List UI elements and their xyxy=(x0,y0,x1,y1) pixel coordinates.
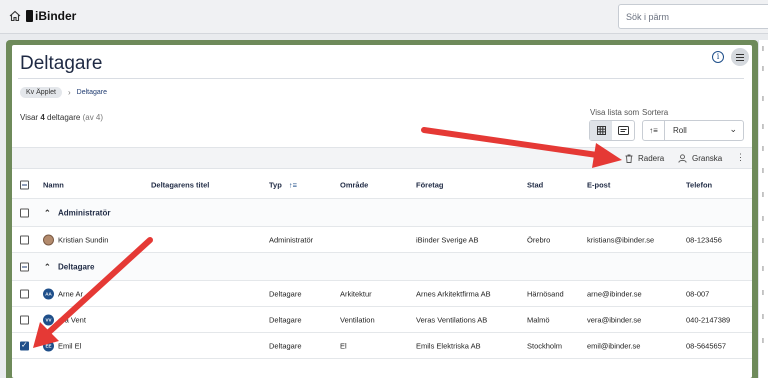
breadcrumb-project[interactable]: Kv Äpplet xyxy=(20,87,62,98)
table-row[interactable]: VV era Vent Deltagare Ventilation Veras … xyxy=(12,307,752,333)
cell-company: Emils Elektriska AB xyxy=(416,341,481,350)
header-title[interactable]: Deltagarens titel xyxy=(151,180,209,189)
result-count: Visar 4 deltagare (av 4) xyxy=(20,113,104,122)
cell-city: Härnösand xyxy=(527,289,564,298)
cell-city: Malmö xyxy=(527,315,550,324)
cell-name[interactable]: Kristian Sundin xyxy=(58,235,108,244)
header-email[interactable]: E-post xyxy=(587,180,610,189)
cell-email: vera@ibinder.se xyxy=(587,315,642,324)
cell-company: iBinder Sverige AB xyxy=(416,235,479,244)
table-header: Namn Deltagarens titel Typ ↑≡ Område För… xyxy=(12,171,752,199)
cell-company: Veras Ventilations AB xyxy=(416,315,488,324)
chevron-right-icon: › xyxy=(67,88,71,97)
top-bar: iBinder Sök i pärm xyxy=(0,0,768,34)
select-all-checkbox[interactable] xyxy=(20,180,29,189)
action-toolbar: Radera Granska ⋮ xyxy=(12,147,752,169)
group-row-participants: ⌃ Deltagare xyxy=(12,253,752,281)
group-row-admin: ⌃ Administratör xyxy=(12,199,752,227)
header-name[interactable]: Namn xyxy=(43,180,64,189)
cell-name[interactable]: Arne Ar xyxy=(58,289,83,298)
right-side-strip: IIIIIIIIIIIII xyxy=(758,40,768,378)
cell-phone: 08-007 xyxy=(686,289,710,298)
table-row[interactable]: AA Arne Ar Deltagare Arkitektur Arnes Ar… xyxy=(12,281,752,307)
row-checkbox[interactable] xyxy=(20,289,29,298)
card-view-button[interactable] xyxy=(612,121,634,140)
cell-phone: 08-123456 xyxy=(686,235,722,244)
cell-type: Deltagare xyxy=(269,341,302,350)
logo-text: iBinder xyxy=(35,9,77,23)
review-button[interactable]: Granska xyxy=(678,154,722,163)
cell-type: Deltagare xyxy=(269,289,302,298)
header-company[interactable]: Företag xyxy=(416,180,444,189)
row-checkbox[interactable] xyxy=(20,340,29,350)
view-toggle xyxy=(589,120,635,141)
cell-city: Örebro xyxy=(527,235,551,244)
page-title: Deltagare xyxy=(20,53,103,74)
card-icon xyxy=(617,126,629,135)
table-view-button[interactable] xyxy=(590,121,612,140)
cell-phone: 08-5645657 xyxy=(686,341,727,350)
sort-direction-icon[interactable]: ↑≡ xyxy=(643,121,665,140)
table-row[interactable]: EE Emil El Deltagare El Emils Elektriska… xyxy=(12,333,752,359)
header-phone[interactable]: Telefon xyxy=(686,180,712,189)
review-label: Granska xyxy=(692,154,723,163)
row-checkbox[interactable] xyxy=(20,315,29,324)
info-icon[interactable]: i xyxy=(712,51,724,63)
cell-email: kristians@ibinder.se xyxy=(587,235,655,244)
cell-area: Ventilation xyxy=(340,315,375,324)
sort-label: Sortera xyxy=(642,108,669,117)
header-city[interactable]: Stad xyxy=(527,180,543,189)
cell-type: Deltagare xyxy=(269,315,302,324)
chevron-down-icon: ⌄ xyxy=(729,124,737,134)
home-icon[interactable] xyxy=(9,10,21,22)
title-divider xyxy=(18,78,744,79)
group-checkbox[interactable] xyxy=(20,208,29,217)
table-row[interactable]: Kristian Sundin Administratör iBinder Sv… xyxy=(12,227,752,253)
cell-city: Stockholm xyxy=(527,341,563,350)
menu-icon[interactable] xyxy=(731,48,749,66)
chevron-up-icon[interactable]: ⌃ xyxy=(44,262,51,271)
cell-email: arne@ibinder.se xyxy=(587,289,642,298)
cell-area: El xyxy=(340,341,347,350)
logo-mark-icon xyxy=(26,10,33,22)
avatar: AA xyxy=(43,288,54,299)
cell-company: Arnes Arkitektfirma AB xyxy=(416,289,491,298)
cell-type: Administratör xyxy=(269,235,314,244)
more-options-icon[interactable]: ⋮ xyxy=(736,152,745,163)
delete-button[interactable]: Radera xyxy=(625,154,664,163)
breadcrumb: Kv Äpplet › Deltagare xyxy=(20,87,107,98)
avatar: EE xyxy=(43,340,54,351)
sort-value: Roll xyxy=(673,126,687,135)
delete-label: Radera xyxy=(638,154,665,163)
cell-name[interactable]: era Vent xyxy=(58,315,86,324)
group-label: Deltagare xyxy=(58,262,95,271)
cell-email: emil@ibinder.se xyxy=(587,341,641,350)
group-checkbox[interactable] xyxy=(20,262,29,271)
cell-area: Arkitektur xyxy=(340,289,372,298)
cell-phone: 040-2147389 xyxy=(686,315,731,324)
grid-icon xyxy=(596,126,606,135)
chevron-up-icon[interactable]: ⌃ xyxy=(44,208,51,217)
search-input[interactable]: Sök i pärm xyxy=(618,4,768,29)
view-as-label: Visa lista som xyxy=(590,108,640,117)
avatar: VV xyxy=(43,314,54,325)
sort-select[interactable]: ↑≡ Roll ⌄ xyxy=(642,120,744,141)
header-area[interactable]: Område xyxy=(340,180,368,189)
header-type[interactable]: Typ ↑≡ xyxy=(269,180,297,189)
participants-panel: Deltagare i Kv Äpplet › Deltagare Visar … xyxy=(12,45,752,378)
cell-name[interactable]: Emil El xyxy=(58,341,81,350)
sort-asc-icon: ↑≡ xyxy=(288,180,298,189)
breadcrumb-current[interactable]: Deltagare xyxy=(77,89,107,96)
app-logo[interactable]: iBinder xyxy=(26,9,76,23)
row-checkbox[interactable] xyxy=(20,235,29,244)
avatar xyxy=(43,234,54,245)
trash-icon xyxy=(625,154,633,163)
user-icon xyxy=(678,154,687,163)
group-label: Administratör xyxy=(58,208,111,217)
